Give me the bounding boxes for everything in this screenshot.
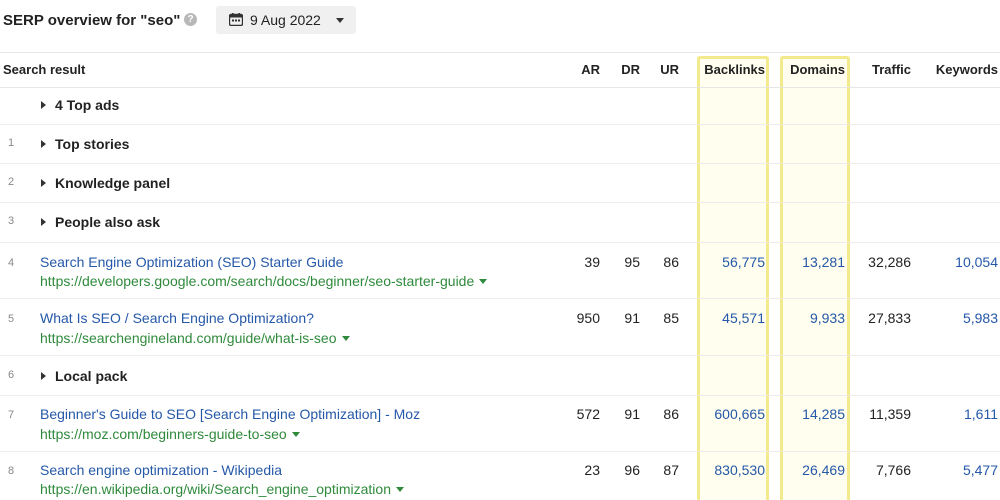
cell-dr: 91 <box>624 310 640 326</box>
result-title-link[interactable]: Search engine optimization - Wikipedia <box>40 462 282 478</box>
cell-backlinks[interactable]: 830,530 <box>714 462 765 478</box>
cell-domains[interactable]: 13,281 <box>802 254 845 270</box>
cell-dr: 95 <box>624 254 640 270</box>
section-label: Knowledge panel <box>55 175 171 191</box>
col-backlinks[interactable]: Backlinks <box>704 62 765 77</box>
caret-right-icon <box>41 101 46 109</box>
result-url-text: https://searchengineland.com/guide/what-… <box>40 330 337 346</box>
section-label: Top stories <box>55 136 130 152</box>
cell-traffic: 32,286 <box>868 254 911 270</box>
row-number: 6 <box>8 369 15 381</box>
cell-ur: 86 <box>663 406 679 422</box>
cell-ar: 950 <box>576 310 600 326</box>
col-keywords[interactable]: Keywords <box>936 62 998 77</box>
result-url[interactable]: https://developers.google.com/search/doc… <box>40 273 488 289</box>
caret-down-icon <box>395 487 404 492</box>
result-url[interactable]: https://searchengineland.com/guide/what-… <box>40 330 350 346</box>
section-toggle[interactable]: People also ask <box>41 214 160 230</box>
table-row: 4 Search Engine Optimization (SEO) Start… <box>0 243 1000 299</box>
cell-ar: 23 <box>584 462 600 478</box>
col-traffic[interactable]: Traffic <box>872 62 911 77</box>
cell-traffic: 7,766 <box>875 462 911 478</box>
selected-date: 9 Aug 2022 <box>250 12 321 28</box>
result-title-link[interactable]: Search Engine Optimization (SEO) Starter… <box>40 254 343 270</box>
col-dr[interactable]: DR <box>621 62 640 77</box>
section-label: 4 Top ads <box>55 97 120 113</box>
cell-domains[interactable]: 9,933 <box>810 310 845 326</box>
row-number: 1 <box>8 137 15 149</box>
help-icon[interactable]: ? <box>184 13 197 26</box>
result-url[interactable]: https://moz.com/beginners-guide-to-seo <box>40 426 300 442</box>
row-number: 8 <box>8 465 15 477</box>
cell-keywords[interactable]: 5,477 <box>963 462 998 478</box>
caret-right-icon <box>41 372 46 380</box>
cell-backlinks[interactable]: 56,775 <box>722 254 765 270</box>
col-domains[interactable]: Domains <box>790 62 845 77</box>
table-header: Search result AR DR UR Backlinks Domains… <box>0 52 1000 88</box>
result-title-link[interactable]: Beginner's Guide to SEO [Search Engine O… <box>40 406 420 422</box>
col-ur[interactable]: UR <box>660 62 679 77</box>
section-toggle[interactable]: 4 Top ads <box>41 97 119 113</box>
result-url[interactable]: https://en.wikipedia.org/wiki/Search_eng… <box>40 481 404 497</box>
cell-domains[interactable]: 26,469 <box>802 462 845 478</box>
table-row: 2 Knowledge panel <box>0 164 1000 203</box>
section-label: Local pack <box>55 368 128 384</box>
page-header: SERP overview for "seo" ? 9 Aug 2022 <box>0 0 1000 48</box>
section-label: People also ask <box>55 214 161 230</box>
cell-keywords[interactable]: 1,611 <box>964 406 998 422</box>
table-row: 4 Top ads <box>0 88 1000 125</box>
table-row: 8 Search engine optimization - Wikipedia… <box>0 452 1000 500</box>
cell-backlinks[interactable]: 45,571 <box>722 310 765 326</box>
caret-down-icon <box>479 279 488 284</box>
result-url-text: https://en.wikipedia.org/wiki/Search_eng… <box>40 481 391 497</box>
cell-dr: 96 <box>624 462 640 478</box>
cell-ar: 39 <box>584 254 600 270</box>
result-url-text: https://developers.google.com/search/doc… <box>40 273 475 289</box>
section-toggle[interactable]: Local pack <box>41 368 127 384</box>
result-url-text: https://moz.com/beginners-guide-to-seo <box>40 426 287 442</box>
cell-traffic: 27,833 <box>868 310 911 326</box>
table-row: 6 Local pack <box>0 356 1000 396</box>
caret-down-icon <box>291 432 300 437</box>
calendar-icon <box>229 13 243 26</box>
row-number: 5 <box>8 313 15 325</box>
cell-traffic: 11,359 <box>869 406 911 422</box>
cell-domains[interactable]: 14,285 <box>802 406 845 422</box>
cell-keywords[interactable]: 5,983 <box>963 310 998 326</box>
row-number: 2 <box>8 176 15 188</box>
table-row: 1 Top stories <box>0 125 1000 164</box>
cell-ur: 86 <box>663 254 679 270</box>
caret-down-icon <box>341 336 350 341</box>
caret-right-icon <box>41 179 46 187</box>
cell-backlinks[interactable]: 600,665 <box>714 406 765 422</box>
row-number: 4 <box>8 257 15 269</box>
cell-ur: 85 <box>663 310 679 326</box>
cell-ar: 572 <box>576 406 600 422</box>
table-row: 3 People also ask <box>0 203 1000 243</box>
table-row: 7 Beginner's Guide to SEO [Search Engine… <box>0 396 1000 452</box>
chevron-down-icon <box>336 18 344 23</box>
col-ar[interactable]: AR <box>581 62 600 77</box>
row-number: 7 <box>8 409 15 421</box>
caret-right-icon <box>41 218 46 226</box>
result-title-link[interactable]: What Is SEO / Search Engine Optimization… <box>40 310 314 326</box>
table-row: 5 What Is SEO / Search Engine Optimizati… <box>0 299 1000 356</box>
date-picker-button[interactable]: 9 Aug 2022 <box>216 6 356 34</box>
col-search-result[interactable]: Search result <box>3 62 85 77</box>
section-toggle[interactable]: Knowledge panel <box>41 175 170 191</box>
row-number: 3 <box>8 215 15 227</box>
caret-right-icon <box>41 140 46 148</box>
section-toggle[interactable]: Top stories <box>41 136 129 152</box>
cell-dr: 91 <box>624 406 640 422</box>
page-title: SERP overview for "seo" <box>3 12 181 29</box>
cell-ur: 87 <box>663 462 679 478</box>
cell-keywords[interactable]: 10,054 <box>955 254 998 270</box>
